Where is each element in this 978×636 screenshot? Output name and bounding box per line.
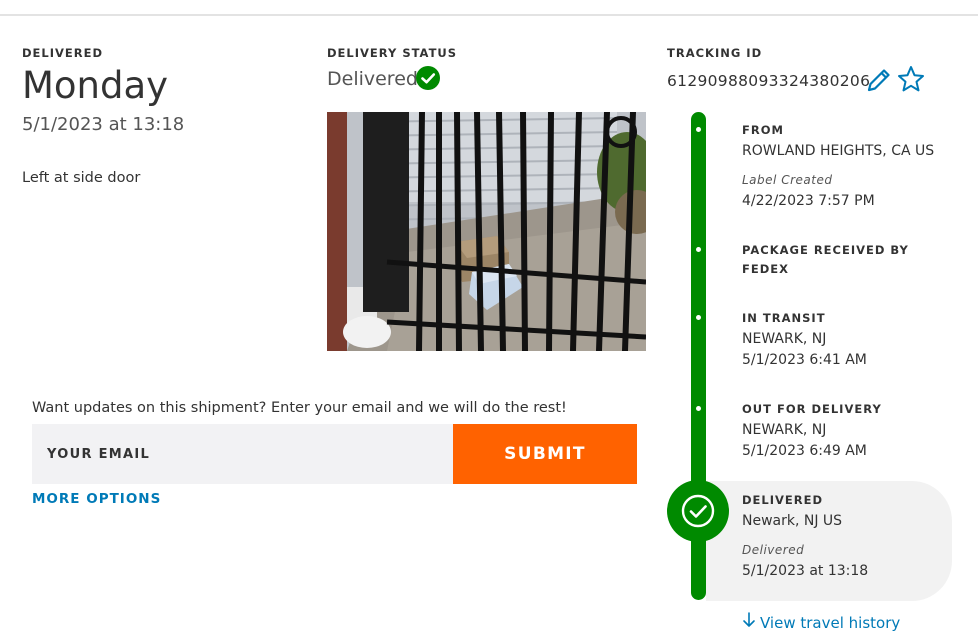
delivered-label: DELIVERED <box>22 46 104 60</box>
delivery-datetime: 5/1/2023 at 13:18 <box>22 114 185 135</box>
event-out-for-delivery-datetime: 5/1/2023 6:49 AM <box>742 443 867 459</box>
updates-prompt: Want updates on this shipment? Enter you… <box>32 400 567 416</box>
event-in-transit-datetime: 5/1/2023 6:41 AM <box>742 352 867 368</box>
delivery-status-value: Delivered <box>327 68 418 90</box>
more-options-link[interactable]: MORE OPTIONS <box>32 491 161 507</box>
event-received-title: PACKAGE RECEIVED BY FEDEX <box>742 241 909 279</box>
delivered-check-icon <box>667 480 729 542</box>
event-delivered-sublabel: Delivered <box>742 543 805 557</box>
tracking-number: 61290988093324380206 <box>667 72 871 90</box>
pencil-icon[interactable] <box>865 66 893 94</box>
star-icon[interactable] <box>896 64 926 94</box>
proof-of-delivery-photo[interactable] <box>327 112 646 351</box>
timeline-dot <box>696 406 701 411</box>
timeline-dot <box>696 247 701 252</box>
top-divider <box>0 14 978 16</box>
timeline-dot <box>696 315 701 320</box>
event-out-for-delivery-location: NEWARK, NJ <box>742 422 827 438</box>
delivery-status-label: DELIVERY STATUS <box>327 46 458 60</box>
delivery-day: Monday <box>22 64 169 107</box>
check-circle-icon <box>416 66 440 90</box>
event-delivered-location: Newark, NJ US <box>742 513 843 529</box>
event-received-title-line1: PACKAGE RECEIVED BY <box>742 243 909 257</box>
event-from-location: ROWLAND HEIGHTS, CA US <box>742 143 935 159</box>
event-in-transit-location: NEWARK, NJ <box>742 331 827 347</box>
view-travel-history-link[interactable]: View travel history <box>742 612 900 632</box>
tracking-id-label: TRACKING ID <box>667 46 763 60</box>
submit-button[interactable]: SUBMIT <box>453 424 637 484</box>
view-travel-history-label: View travel history <box>760 614 901 632</box>
arrow-down-icon <box>742 612 756 632</box>
event-in-transit-title: IN TRANSIT <box>742 311 826 325</box>
timeline-dot <box>696 127 701 132</box>
event-from-datetime: 4/22/2023 7:57 PM <box>742 193 875 209</box>
email-input[interactable] <box>32 424 453 484</box>
event-delivered-datetime: 5/1/2023 at 13:18 <box>742 563 869 579</box>
event-delivered-title: DELIVERED <box>742 493 824 507</box>
event-out-for-delivery-title: OUT FOR DELIVERY <box>742 402 882 416</box>
delivery-note: Left at side door <box>22 170 141 186</box>
event-from-sublabel: Label Created <box>742 173 833 187</box>
event-from-title: FROM <box>742 123 784 137</box>
event-received-title-line2: FEDEX <box>742 262 789 276</box>
